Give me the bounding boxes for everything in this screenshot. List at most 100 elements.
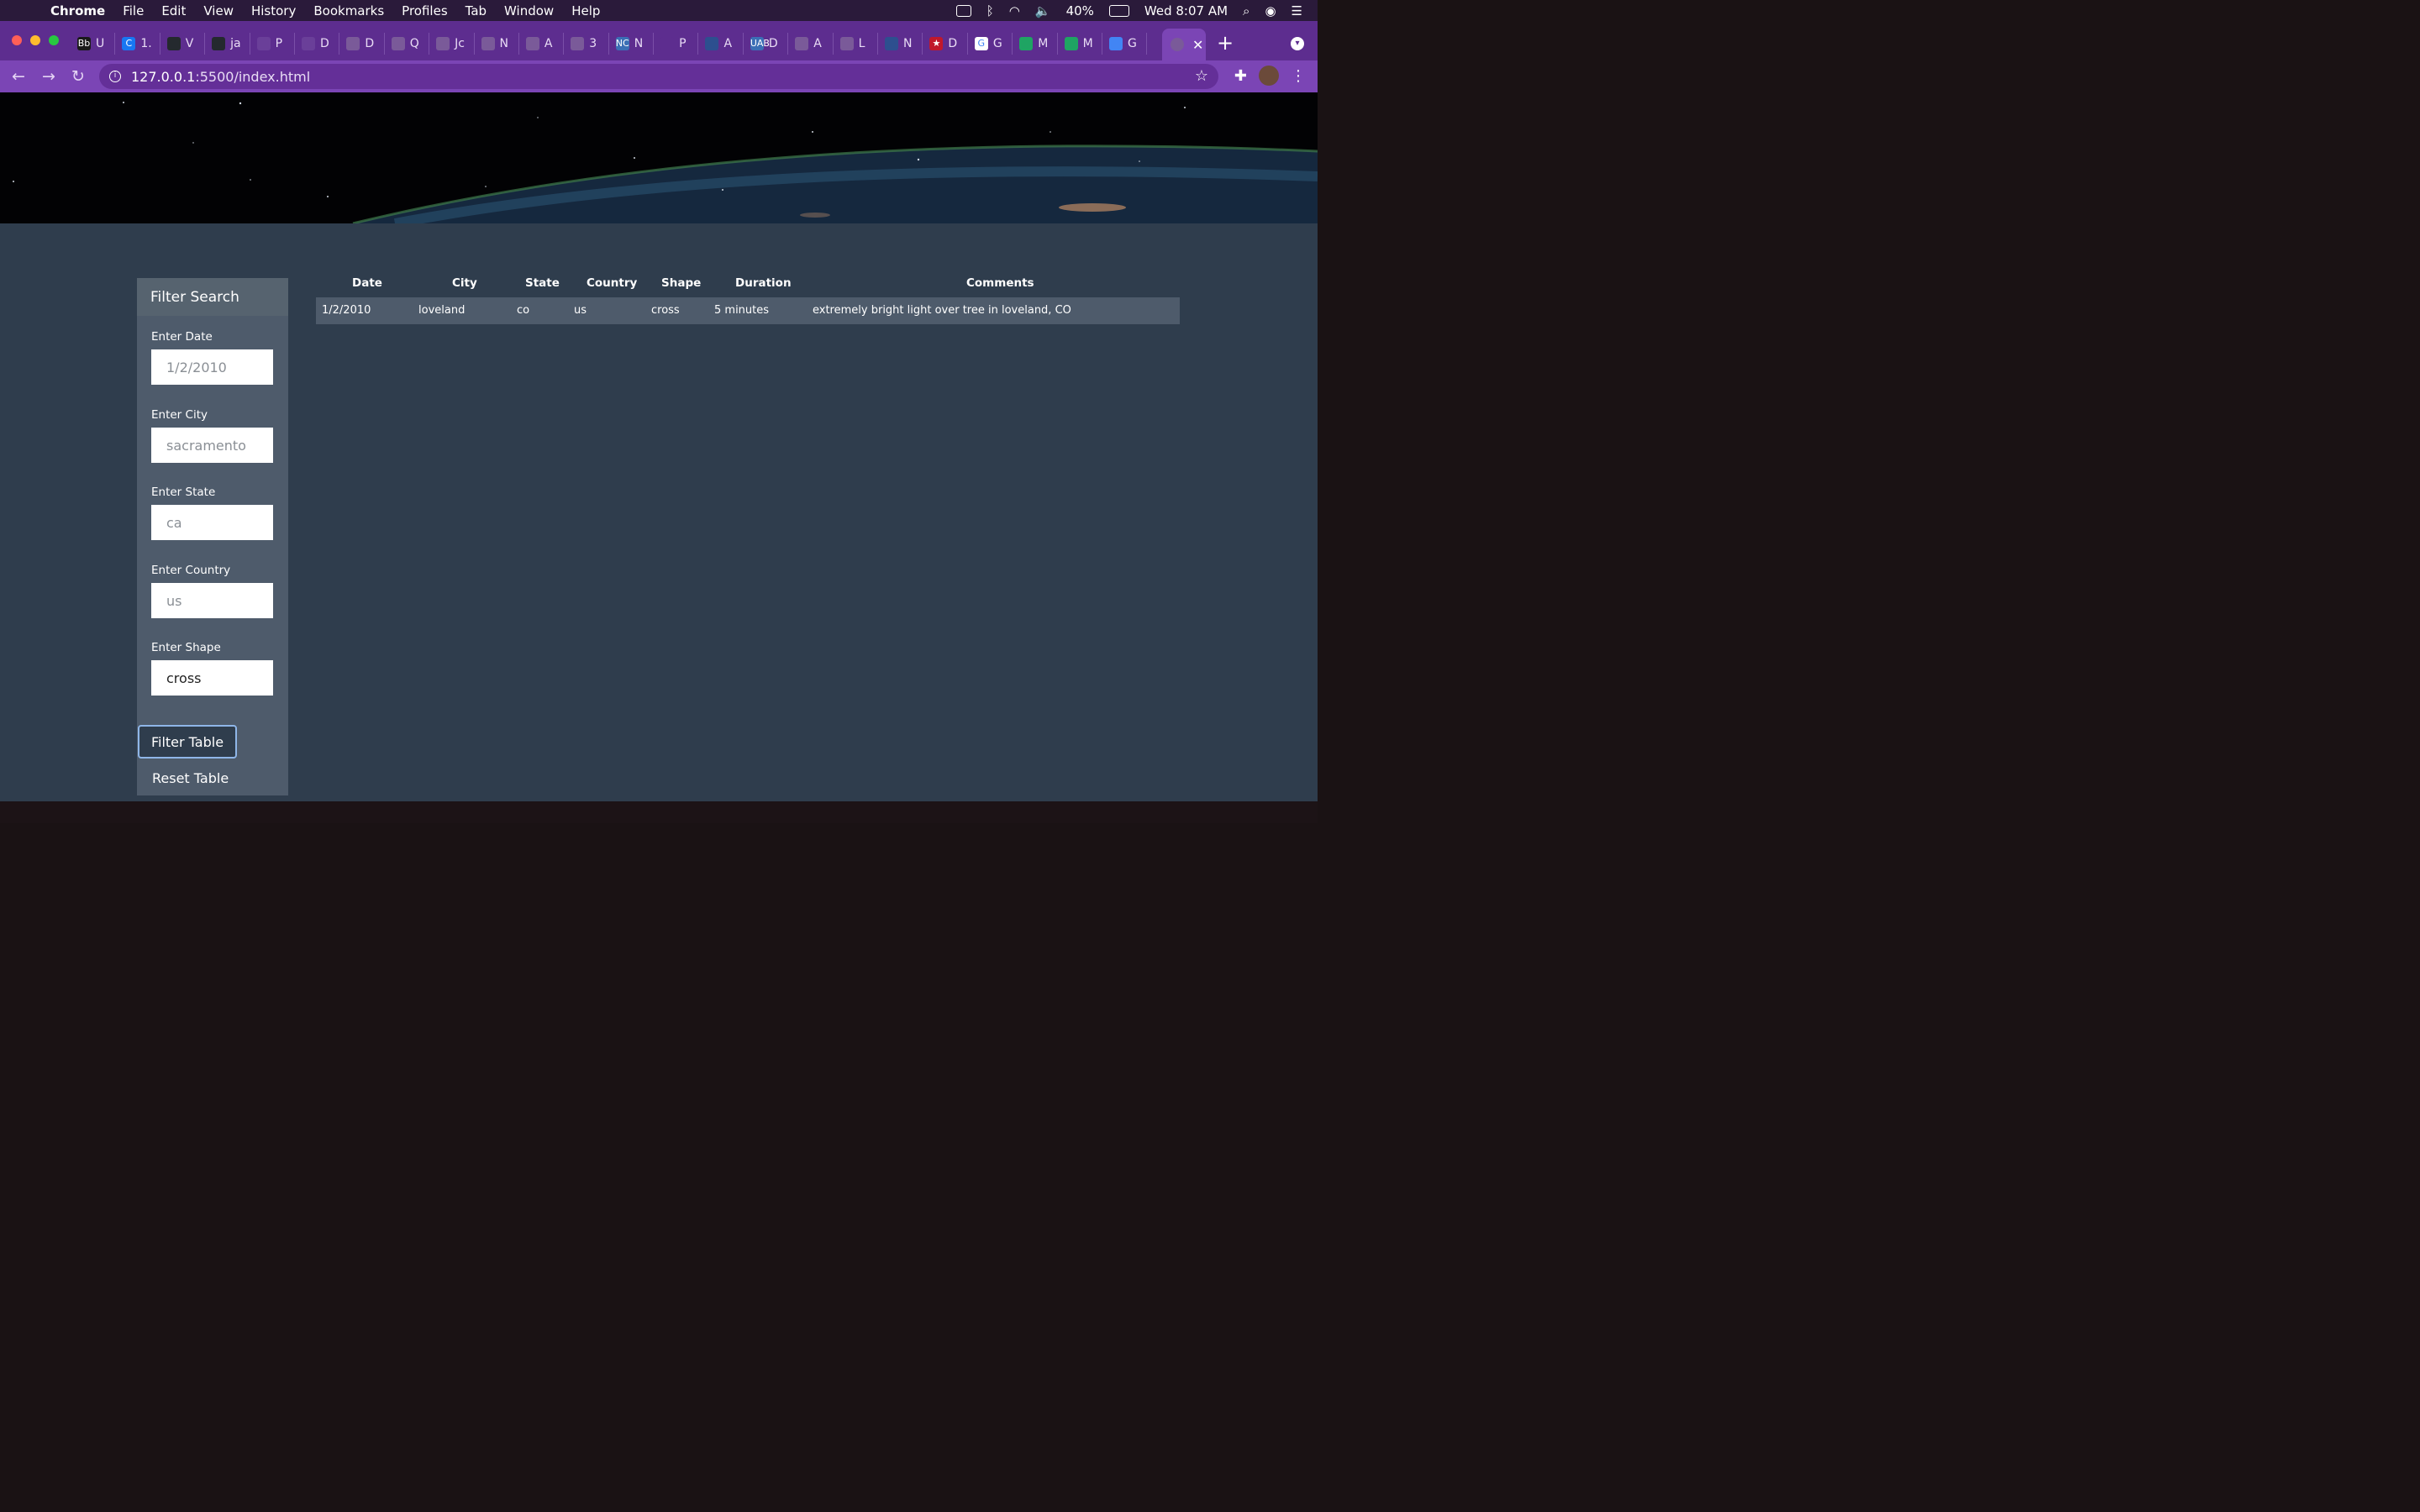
zoom-video-icon[interactable]	[955, 4, 971, 17]
browser-tab[interactable]: G	[1102, 33, 1148, 55]
menu-profiles[interactable]: Profiles	[402, 3, 447, 18]
cell-shape: cross	[651, 304, 680, 317]
browser-tab[interactable]: Bb U	[71, 33, 116, 55]
tab-title: G	[992, 37, 1002, 50]
maximize-window-button[interactable]	[49, 35, 59, 45]
browser-tab[interactable]: A	[788, 33, 834, 55]
tab-title: 3	[589, 37, 597, 50]
tab-title: M	[1082, 37, 1093, 50]
tab-favicon-icon: ★	[929, 37, 944, 50]
earth-horizon-image	[0, 92, 1318, 223]
browser-tab[interactable]: Jc	[429, 33, 475, 55]
browser-tab[interactable]: P	[250, 33, 295, 55]
state-input[interactable]	[151, 505, 273, 540]
browser-tab[interactable]: A	[519, 33, 565, 55]
browser-tab[interactable]: N	[878, 33, 923, 55]
city-input[interactable]	[151, 428, 273, 463]
menu-app-name[interactable]: Chrome	[50, 3, 105, 18]
city-field: Enter City	[151, 408, 273, 463]
tab-favicon-icon: NC	[615, 37, 629, 50]
tab-favicon-icon	[1019, 37, 1034, 50]
tab-search-icon[interactable]: ▾	[1291, 37, 1304, 50]
browser-tab[interactable]: P	[654, 33, 699, 55]
browser-tab[interactable]: N	[475, 33, 519, 55]
close-window-button[interactable]	[12, 35, 22, 45]
wifi-icon[interactable]: ◠	[1009, 3, 1020, 18]
browser-tab[interactable]: UAB D	[744, 33, 789, 55]
site-info-icon[interactable]: i	[109, 71, 121, 82]
tab-favicon-icon: G	[974, 37, 988, 50]
close-tab-icon[interactable]: ✕	[1192, 37, 1203, 53]
tab-favicon-icon	[436, 37, 450, 50]
browser-tab[interactable]: 3	[564, 33, 609, 55]
tab-title: M	[1038, 37, 1049, 50]
tab-title: A	[723, 37, 733, 50]
tab-title: A	[813, 37, 822, 50]
browser-tab[interactable]: A	[698, 33, 744, 55]
menu-help[interactable]: Help	[571, 3, 600, 18]
country-input[interactable]	[151, 583, 273, 618]
date-label: Enter Date	[151, 330, 213, 344]
volume-icon[interactable]: 🔈	[1035, 3, 1051, 18]
battery-icon[interactable]	[1108, 4, 1129, 17]
menu-bookmarks[interactable]: Bookmarks	[313, 3, 384, 18]
tab-favicon-icon	[1108, 37, 1123, 50]
browser-tab[interactable]: D	[339, 33, 385, 55]
browser-tab[interactable]: L	[834, 33, 879, 55]
url-text[interactable]: 127.0.0.1:5500/index.html	[131, 69, 310, 85]
back-icon[interactable]: ←	[12, 67, 25, 86]
city-label: Enter City	[151, 408, 208, 422]
new-tab-button[interactable]: +	[1217, 31, 1234, 55]
extensions-puzzle-icon[interactable]: ✚	[1234, 67, 1247, 85]
menu-edit[interactable]: Edit	[161, 3, 186, 18]
battery-percent[interactable]: 40%	[1066, 3, 1094, 18]
forward-icon[interactable]: →	[42, 67, 55, 86]
bluetooth-icon[interactable]: ᛒ	[986, 3, 994, 18]
menu-tab[interactable]: Tab	[466, 3, 487, 18]
browser-tab[interactable]: Q	[385, 33, 430, 55]
browser-tab[interactable]: M	[1013, 33, 1058, 55]
control-center-icon[interactable]: ☰	[1292, 3, 1302, 18]
cell-state: co	[517, 304, 530, 317]
browser-tab[interactable]: C 1.	[115, 33, 160, 55]
toolbar-actions: ✚ ⋮	[1223, 66, 1306, 86]
tab-favicon-icon	[212, 37, 226, 50]
minimize-window-button[interactable]	[30, 35, 40, 45]
menu-file[interactable]: File	[123, 3, 144, 18]
filter-table-button[interactable]: Filter Table	[138, 725, 237, 759]
reset-table-button[interactable]: Reset Table	[138, 761, 247, 795]
address-bar[interactable]: i 127.0.0.1:5500/index.html ☆	[99, 64, 1218, 89]
tab-favicon-icon	[346, 37, 360, 50]
browser-tab[interactable]: GG	[968, 33, 1013, 55]
browser-tab[interactable]: ★ D	[923, 33, 968, 55]
tab-title: Jc	[455, 37, 465, 50]
menu-window[interactable]: Window	[504, 3, 554, 18]
browser-tab[interactable]: NC N	[609, 33, 655, 55]
profile-avatar[interactable]	[1259, 66, 1279, 86]
active-tab[interactable]: ✕	[1162, 29, 1206, 60]
bookmark-star-icon[interactable]: ☆	[1195, 67, 1208, 85]
browser-tab[interactable]: M	[1058, 33, 1102, 55]
menu-status-area: ᛒ ◠ 🔈 40% Wed 8:07 AM ⌕ ◉ ☰	[955, 0, 1318, 21]
chrome-menu-icon[interactable]: ⋮	[1291, 67, 1306, 85]
browser-tab[interactable]: ja	[205, 33, 250, 55]
table-header-row: Date City State Country Shape Duration C…	[316, 272, 1180, 296]
menu-history[interactable]: History	[251, 3, 296, 18]
tab-favicon-icon	[481, 37, 495, 50]
clock[interactable]: Wed 8:07 AM	[1144, 3, 1228, 18]
cell-duration: 5 minutes	[714, 304, 770, 317]
spotlight-search-icon[interactable]: ⌕	[1243, 3, 1249, 18]
tab-title: N	[499, 37, 508, 50]
country-field: Enter Country	[151, 564, 273, 618]
siri-icon[interactable]: ◉	[1265, 3, 1276, 18]
tab-title: D	[319, 37, 329, 50]
shape-input[interactable]	[151, 660, 273, 696]
browser-tab[interactable]: D	[295, 33, 340, 55]
date-input[interactable]	[151, 349, 273, 385]
menu-view[interactable]: View	[203, 3, 234, 18]
reload-icon[interactable]: ↻	[71, 67, 85, 86]
tab-title: N	[634, 37, 644, 50]
web-page: Filter Search Enter Date Enter City Ente…	[0, 92, 1318, 801]
cell-date: 1/2/2010	[322, 304, 371, 317]
browser-tab[interactable]: V	[160, 33, 206, 55]
